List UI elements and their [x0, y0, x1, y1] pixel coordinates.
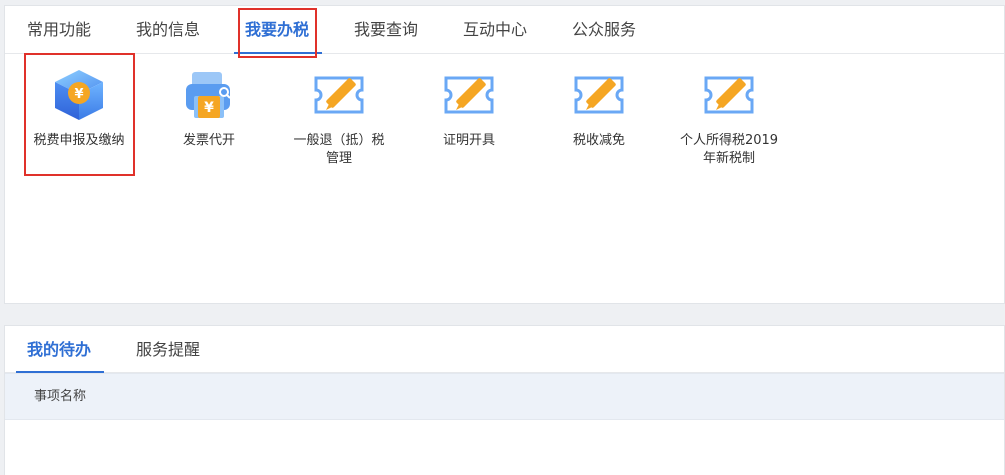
- invoice-printer-icon: ¥: [186, 72, 231, 118]
- func-invoice-issue[interactable]: ¥ 发票代开: [149, 66, 269, 150]
- tax-cube-icon: ¥: [55, 70, 103, 120]
- func-tax-refund[interactable]: 一般退（抵）税管理: [279, 66, 399, 168]
- active-tab-indicator: [234, 52, 322, 54]
- svg-text:¥: ¥: [204, 100, 214, 116]
- tab-public-service[interactable]: 公众服务: [572, 6, 636, 54]
- func-label: 证明开具: [442, 133, 495, 148]
- func-label: 税收减免: [572, 133, 625, 148]
- func-tax-relief[interactable]: 税收减免: [539, 66, 659, 150]
- tab-common-functions[interactable]: 常用功能: [27, 6, 91, 54]
- todo-panel: 我的待办 服务提醒 事项名称: [4, 325, 1005, 475]
- tab-tax-handling[interactable]: 我要办税: [245, 6, 309, 54]
- function-panel: 常用功能 我的信息 我要办税 我要查询 互动中心 公众服务 ¥ 税费申报及缴纳 …: [4, 5, 1005, 304]
- column-header-item-name: 事项名称: [34, 389, 87, 404]
- ticket-pencil-icon: [704, 76, 754, 114]
- tab-my-todo[interactable]: 我的待办: [27, 326, 91, 373]
- func-label: 发票代开: [182, 133, 235, 148]
- ticket-pencil-icon: [574, 76, 624, 114]
- func-label: 一般退（抵）税管理: [293, 133, 385, 166]
- func-label: 税费申报及缴纳: [33, 133, 125, 148]
- tab-query[interactable]: 我要查询: [354, 6, 418, 54]
- tab-my-info[interactable]: 我的信息: [136, 6, 200, 54]
- svg-text:¥: ¥: [74, 87, 83, 102]
- bottom-tab-bar: 我的待办 服务提醒: [5, 326, 1004, 373]
- todo-table-header: 事项名称: [5, 373, 1004, 420]
- func-certificate[interactable]: 证明开具: [409, 66, 529, 150]
- func-label: 个人所得税2019年新税制: [679, 133, 779, 166]
- top-tab-bar: 常用功能 我的信息 我要办税 我要查询 互动中心 公众服务: [5, 6, 1004, 54]
- func-tax-declaration[interactable]: ¥ 税费申报及缴纳: [19, 66, 139, 150]
- tab-interaction-center[interactable]: 互动中心: [463, 6, 527, 54]
- func-iit-2019[interactable]: 个人所得税2019年新税制: [669, 66, 789, 168]
- ticket-pencil-icon: [314, 76, 364, 114]
- ticket-pencil-icon: [444, 76, 494, 114]
- tab-service-reminder[interactable]: 服务提醒: [136, 326, 200, 373]
